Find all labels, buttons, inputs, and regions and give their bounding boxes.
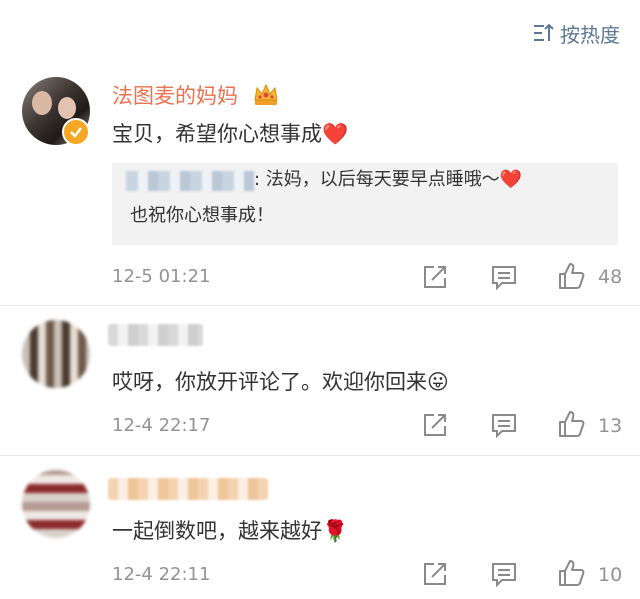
comment-item: 法图麦的妈妈 宝贝，希望你心想事成❤️ : 法妈，以后每天要早点睡哦～❤️ 也祝… [0, 0, 640, 305]
comment-time: 12-5 01:21 [112, 266, 211, 287]
crown-icon [253, 82, 279, 106]
divider [0, 305, 640, 306]
like-icon[interactable] [556, 409, 586, 439]
share-icon[interactable] [420, 262, 450, 292]
comment-icon[interactable] [489, 262, 519, 292]
share-icon[interactable] [420, 559, 450, 589]
like-count: 13 [598, 415, 623, 437]
verified-badge-icon [62, 118, 90, 146]
avatar[interactable] [22, 320, 90, 388]
comment-text: 宝贝，希望你心想事成❤️ [112, 122, 349, 146]
like-count: 48 [598, 266, 623, 288]
reply-preview[interactable]: : 法妈，以后每天要早点睡哦～❤️ 也祝你心想事成！ [112, 163, 618, 245]
reply-author-blurred[interactable] [126, 171, 254, 191]
username-blurred[interactable] [108, 478, 268, 500]
reply-text: : 法妈，以后每天要早点睡哦～❤️ [254, 169, 523, 190]
share-icon[interactable] [420, 410, 450, 440]
comment-text: 哎呀，你放开评论了。欢迎你回来😛 [112, 370, 449, 394]
comment-time: 12-4 22:11 [112, 564, 211, 585]
divider [0, 455, 640, 456]
comment-icon[interactable] [489, 410, 519, 440]
comment-text: 一起倒数吧，越来越好🌹 [112, 519, 349, 543]
like-icon[interactable] [556, 261, 586, 291]
username[interactable]: 法图麦的妈妈 [112, 80, 279, 110]
comment-icon[interactable] [489, 559, 519, 589]
like-icon[interactable] [556, 558, 586, 588]
username-blurred[interactable] [108, 324, 203, 346]
reply-text-continued: 也祝你心想事成！ [130, 205, 274, 226]
comment-time: 12-4 22:17 [112, 415, 211, 436]
like-count: 10 [598, 564, 623, 586]
avatar[interactable] [22, 470, 90, 538]
